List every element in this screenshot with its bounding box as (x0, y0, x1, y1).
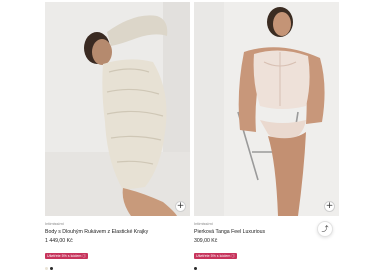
add-to-bag-button[interactable]: + (324, 201, 335, 212)
share-icon[interactable]: ⤴ (317, 221, 333, 237)
add-to-bag-button[interactable]: + (175, 201, 186, 212)
promo-badge[interactable]: Ušetřete 5% s kódem ⓘ (45, 253, 88, 259)
product-price: 1 449,00 Kč (45, 238, 73, 244)
product-card[interactable]: + Intimissimi Body s Dlouhým Rukávem z E… (45, 2, 190, 270)
product-brand: Intimissimi (45, 221, 64, 226)
product-image[interactable]: + (194, 2, 339, 216)
promo-badge[interactable]: Ušetřete 5% s kódem ⓘ (194, 253, 237, 259)
product-price: 309,00 Kč (194, 238, 218, 244)
model-photo-thong (194, 2, 339, 216)
product-name[interactable]: Body s Dlouhým Rukávem z Elastické Krajk… (45, 229, 190, 235)
product-image[interactable]: + (45, 2, 190, 216)
model-photo-bodysuit (45, 2, 190, 216)
